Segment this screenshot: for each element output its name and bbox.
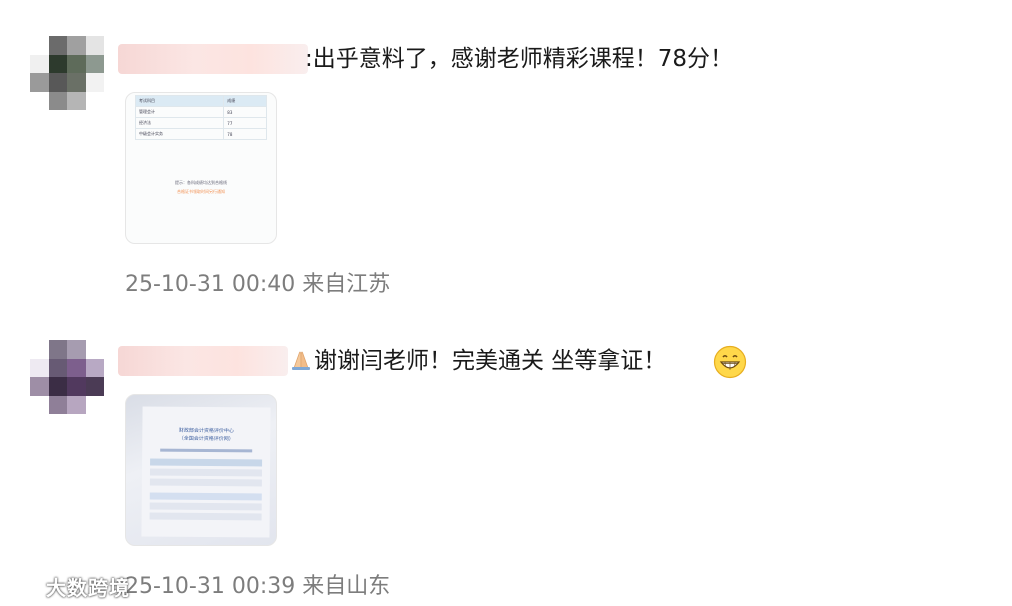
username-blurred[interactable]: [118, 44, 308, 74]
comment-timestamp: 25-10-31 00:39 来自山东: [125, 574, 391, 599]
comment-message-row: 谢谢闫老师！完美通关 坐等拿证！: [288, 346, 666, 376]
table-cell: 考试科目: [134, 95, 225, 107]
document-row: [149, 468, 263, 477]
watermark: 大数跨境: [12, 572, 130, 601]
watermark-logo-icon: [12, 579, 45, 597]
thumb-title: 财政部会计资格评价中心: [178, 427, 234, 435]
user-avatar[interactable]: [30, 340, 104, 414]
thumb-note: 提示：各科成绩均达到合格线: [175, 180, 227, 185]
grinning-face-icon: [713, 345, 747, 379]
document-row: [149, 502, 262, 511]
user-avatar[interactable]: [30, 36, 104, 110]
thumb-note-highlight: 合格证书领取时间另行通知: [177, 189, 225, 194]
username-blurred[interactable]: [118, 346, 288, 376]
table-cell: 成绩: [223, 95, 267, 107]
document-row: [149, 512, 262, 521]
thumb-subtitle: （全国会计资格评价网）: [178, 435, 234, 443]
photo-document: 财政部会计资格评价中心 （全国会计资格评价网）: [141, 406, 271, 538]
table-cell: 77: [223, 117, 267, 129]
document-row: [149, 478, 262, 487]
comment-message: 谢谢闫老师！完美通关 坐等拿证！: [314, 348, 667, 374]
table-cell: 78: [223, 128, 267, 140]
comment-image-thumbnail[interactable]: 财政部会计资格评价中心 （全国会计资格评价网）: [125, 394, 277, 546]
praying-hands-icon: [292, 351, 310, 370]
watermark-text: 大数跨境: [46, 576, 130, 600]
comment-message: :出乎意料了，感谢老师精彩课程！78分！: [305, 46, 734, 72]
comment-timestamp: 25-10-31 00:40 来自江苏: [125, 272, 391, 297]
comment-image-thumbnail[interactable]: 考试科目 成绩 管理会计 83 经济法 77 中级会计实务 78 提示：各科成绩均达到合…: [125, 92, 277, 244]
table-cell: 管理会计: [134, 106, 225, 118]
document-heading-line: [160, 448, 253, 453]
document-row: [149, 492, 262, 501]
table-cell: 中级会计实务: [134, 128, 225, 140]
document-row: [150, 458, 263, 467]
score-table: 考试科目 成绩 管理会计 83 经济法 77 中级会计实务 78: [134, 95, 267, 140]
table-cell: 83: [223, 106, 267, 118]
table-cell: 经济法: [134, 117, 225, 129]
